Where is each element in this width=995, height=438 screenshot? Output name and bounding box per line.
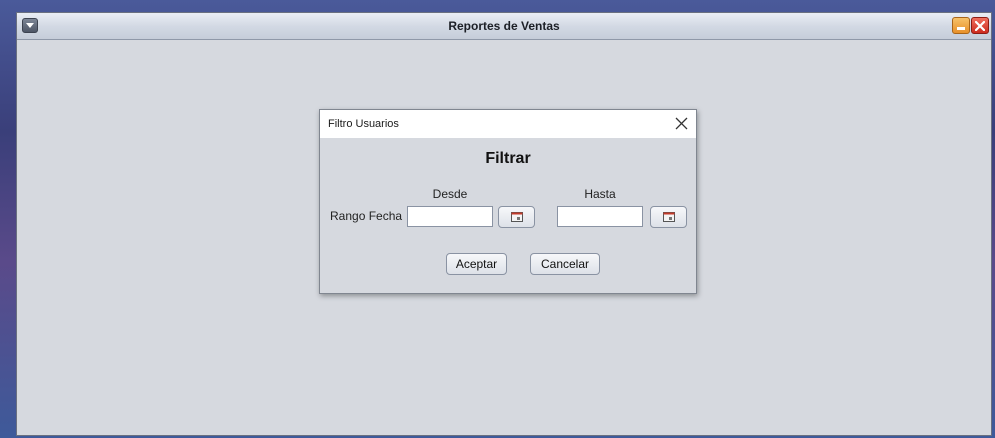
window-title: Reportes de Ventas <box>448 19 560 33</box>
minimize-button[interactable] <box>952 17 970 34</box>
calendar-icon <box>511 212 523 222</box>
filter-dialog: Filtro Usuarios Filtrar Desde Hasta Rang… <box>319 109 697 294</box>
from-date-field[interactable] <box>407 206 493 227</box>
calendar-icon <box>663 212 675 222</box>
dialog-title: Filtro Usuarios <box>328 118 399 130</box>
minimize-icon <box>957 27 965 30</box>
close-icon <box>675 117 688 130</box>
dialog-titlebar[interactable]: Filtro Usuarios <box>320 110 696 138</box>
cancel-button[interactable]: Cancelar <box>530 253 600 275</box>
to-column-label: Hasta <box>584 187 616 201</box>
dialog-heading: Filtrar <box>485 150 531 167</box>
to-calendar-button[interactable] <box>650 206 687 228</box>
window-titlebar[interactable]: Reportes de Ventas <box>17 13 991 40</box>
accept-button[interactable]: Aceptar <box>446 253 507 275</box>
date-range-label: Rango Fecha <box>330 209 403 223</box>
close-button[interactable] <box>971 17 989 34</box>
dialog-close-button[interactable] <box>673 115 690 132</box>
close-icon <box>975 21 985 31</box>
to-date-field[interactable] <box>557 206 643 227</box>
from-calendar-button[interactable] <box>498 206 535 228</box>
from-column-label: Desde <box>432 187 468 201</box>
